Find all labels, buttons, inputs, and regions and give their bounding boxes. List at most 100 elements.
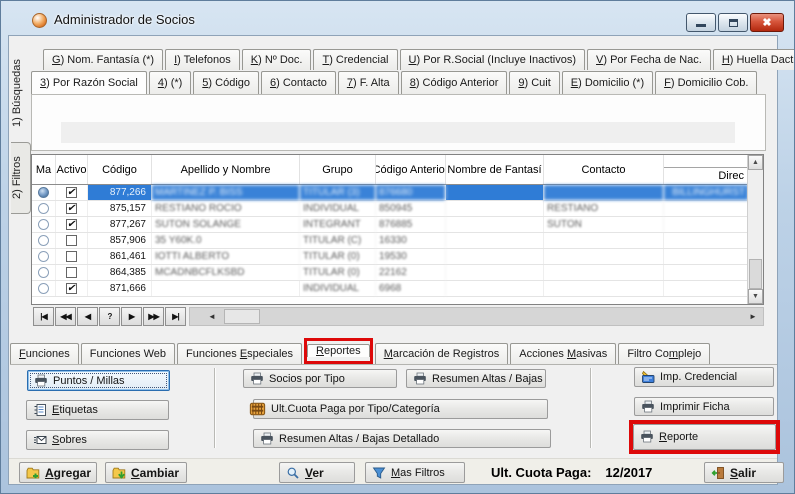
tab-domicilio-cob[interactable]: F) Domicilio Cob. — [655, 71, 757, 94]
ver-button[interactable]: Ver — [279, 462, 355, 483]
radio-icon[interactable] — [38, 219, 49, 230]
radio-icon[interactable] — [38, 251, 49, 262]
row-select-cell[interactable] — [32, 281, 56, 296]
row-select-cell[interactable] — [32, 217, 56, 232]
checkbox-checked-icon[interactable]: ✔ — [66, 283, 77, 294]
resumen-altas-bajas-detallado-button[interactable]: Resumen Altas / Bajas Detallado — [253, 429, 551, 448]
imprimir-ficha-button[interactable]: Imprimir Ficha — [634, 397, 774, 416]
tab-codigo[interactable]: 5) Código — [193, 71, 259, 94]
row-active-cell[interactable]: ✔ — [56, 281, 88, 296]
tab-nom-fantasia[interactable]: G) Nom. Fantasía (*) — [43, 49, 163, 70]
reporte-button[interactable]: Reporte — [633, 424, 776, 450]
scroll-up-button[interactable]: ▲ — [748, 155, 763, 170]
col-header-codigo-anterior[interactable]: Código Anterior — [376, 155, 446, 184]
resumen-altas-bajas-button[interactable]: Resumen Altas / Bajas — [406, 369, 546, 388]
checkbox-checked-icon[interactable]: ✔ — [66, 219, 77, 230]
table-row[interactable]: ✔ 877,266 MARTINEZ P. BISS TITULAR (3) 8… — [32, 185, 749, 201]
table-row[interactable]: ✔ 877,267 SUTON SOLANGE INTEGRANT 876885… — [32, 217, 749, 233]
row-active-cell[interactable]: ✔ — [56, 265, 88, 280]
puntos-millas-button[interactable]: Puntos / Millas — [27, 370, 170, 391]
table-row[interactable]: ✔ 857,906 35 Y60K.0 TITULAR (C) 16330 — [32, 233, 749, 249]
agregar-button[interactable]: Agregar — [19, 462, 97, 483]
tab-4-asterisco[interactable]: 4) (*) — [149, 71, 191, 94]
row-active-cell[interactable]: ✔ — [56, 217, 88, 232]
scroll-left-icon[interactable]: ◄ — [202, 308, 222, 325]
socios-por-tipo-button[interactable]: Socios por Tipo — [243, 369, 397, 388]
tab-cuit[interactable]: 9) Cuit — [509, 71, 559, 94]
radio-icon[interactable] — [38, 283, 49, 294]
tab-funciones-web[interactable]: Funciones Web — [81, 343, 175, 364]
checkbox-unchecked-icon[interactable]: ✔ — [66, 235, 77, 246]
col-header-contacto[interactable]: Contacto — [544, 155, 664, 184]
search-input[interactable] — [61, 122, 735, 143]
row-select-cell[interactable] — [32, 249, 56, 264]
salir-button[interactable]: Salir — [704, 462, 784, 483]
tab-reportes[interactable]: Reportes — [307, 344, 370, 357]
sobres-button[interactable]: Sobres — [26, 430, 169, 450]
minimize-button[interactable] — [686, 13, 716, 32]
nav-next-button[interactable]: ▶ — [121, 307, 142, 326]
checkbox-checked-icon[interactable]: ✔ — [66, 187, 77, 198]
tab-telefonos[interactable]: I) Telefonos — [165, 49, 240, 70]
tab-contacto[interactable]: 6) Contacto — [261, 71, 336, 94]
mas-filtros-button[interactable]: Mas Filtros — [365, 462, 465, 483]
tab-codigo-anterior[interactable]: 8) Código Anterior — [401, 71, 508, 94]
tab-credencial[interactable]: T) Credencial — [313, 49, 397, 70]
tab-domicilio[interactable]: E) Domicilio (*) — [562, 71, 653, 94]
col-header-nombre-fantasia[interactable]: Nombre de Fantasí — [446, 155, 544, 184]
table-row[interactable]: ✔ 861,461 IOTTI ALBERTO TITULAR (0) 1953… — [32, 249, 749, 265]
row-select-cell[interactable] — [32, 265, 56, 280]
cambiar-button[interactable]: Cambiar — [105, 462, 187, 483]
etiquetas-button[interactable]: Etiquetas — [26, 400, 169, 420]
radio-selected-icon[interactable] — [38, 187, 49, 198]
nav-search-button[interactable]: ? — [99, 307, 120, 326]
horizontal-scrollbar[interactable]: ◄ ► — [189, 307, 764, 326]
tab-rsocial-inactivos[interactable]: U) Por R.Social (Incluye Inactivos) — [400, 49, 586, 70]
row-active-cell[interactable]: ✔ — [56, 233, 88, 248]
row-active-cell[interactable]: ✔ — [56, 185, 88, 200]
imp-credencial-button[interactable]: Imp. Credencial — [634, 367, 774, 387]
col-header-activo[interactable]: Activo — [56, 155, 88, 184]
table-row[interactable]: ✔ 871,666 INDIVIDUAL 6968 — [32, 281, 749, 297]
side-tab-filtros[interactable]: 2) Filtros — [11, 142, 31, 214]
vertical-scroll-thumb[interactable] — [749, 259, 762, 289]
table-row[interactable]: ✔ 875,157 RESTIANO ROCIO INDIVIDUAL 8509… — [32, 201, 749, 217]
tab-acciones-masivas[interactable]: Acciones Masivas — [510, 343, 616, 364]
row-select-cell[interactable] — [32, 185, 56, 200]
maximize-button[interactable] — [718, 13, 748, 32]
nav-fast-prev-button[interactable]: ◀◀ — [55, 307, 76, 326]
nav-prev-button[interactable]: ◀ — [77, 307, 98, 326]
nav-last-button[interactable]: ▶| — [165, 307, 186, 326]
tab-fecha-nac[interactable]: V) Por Fecha de Nac. — [587, 49, 711, 70]
table-row[interactable]: ✔ 864,385 MCADNBCFLKSBD TITULAR (0) 2216… — [32, 265, 749, 281]
col-header-apellido-nombre[interactable]: Apellido y Nombre — [152, 155, 300, 184]
ult-cuota-tipo-categoria-button[interactable]: Ult.Cuota Paga por Tipo/Categoría — [253, 399, 548, 419]
tab-f-alta[interactable]: 7) F. Alta — [338, 71, 399, 94]
nav-fast-next-button[interactable]: ▶▶ — [143, 307, 164, 326]
col-header-codigo[interactable]: Código — [88, 155, 152, 184]
row-select-cell[interactable] — [32, 201, 56, 216]
radio-icon[interactable] — [38, 203, 49, 214]
checkbox-unchecked-icon[interactable]: ✔ — [66, 267, 77, 278]
row-select-cell[interactable] — [32, 233, 56, 248]
side-tab-busquedas[interactable]: 1) Búsquedas — [11, 47, 31, 139]
tab-filtro-complejo[interactable]: Filtro Complejo — [618, 343, 710, 364]
radio-icon[interactable] — [38, 235, 49, 246]
horizontal-scroll-thumb[interactable] — [224, 309, 260, 324]
row-active-cell[interactable]: ✔ — [56, 201, 88, 216]
checkbox-unchecked-icon[interactable]: ✔ — [66, 251, 77, 262]
nav-first-button[interactable]: |◀ — [33, 307, 54, 326]
radio-icon[interactable] — [38, 267, 49, 278]
vertical-scrollbar[interactable]: ▲ ▼ — [747, 155, 763, 304]
title-bar[interactable]: Administrador de Socios ✖ — [1, 1, 794, 35]
checkbox-checked-icon[interactable]: ✔ — [66, 203, 77, 214]
col-header-marca[interactable]: Ma — [32, 155, 56, 184]
tab-marcacion-registros[interactable]: Marcación de Registros — [375, 343, 509, 364]
scroll-right-icon[interactable]: ► — [743, 308, 763, 325]
tab-funciones[interactable]: Funciones — [10, 343, 79, 364]
tab-funciones-especiales[interactable]: Funciones Especiales — [177, 343, 302, 364]
close-button[interactable]: ✖ — [750, 13, 784, 32]
col-header-direccion[interactable]: Direc — [664, 155, 749, 184]
tab-nro-doc[interactable]: K) Nº Doc. — [242, 49, 312, 70]
tab-huella-dactilar[interactable]: H) Huella Dactilar — [713, 49, 795, 70]
